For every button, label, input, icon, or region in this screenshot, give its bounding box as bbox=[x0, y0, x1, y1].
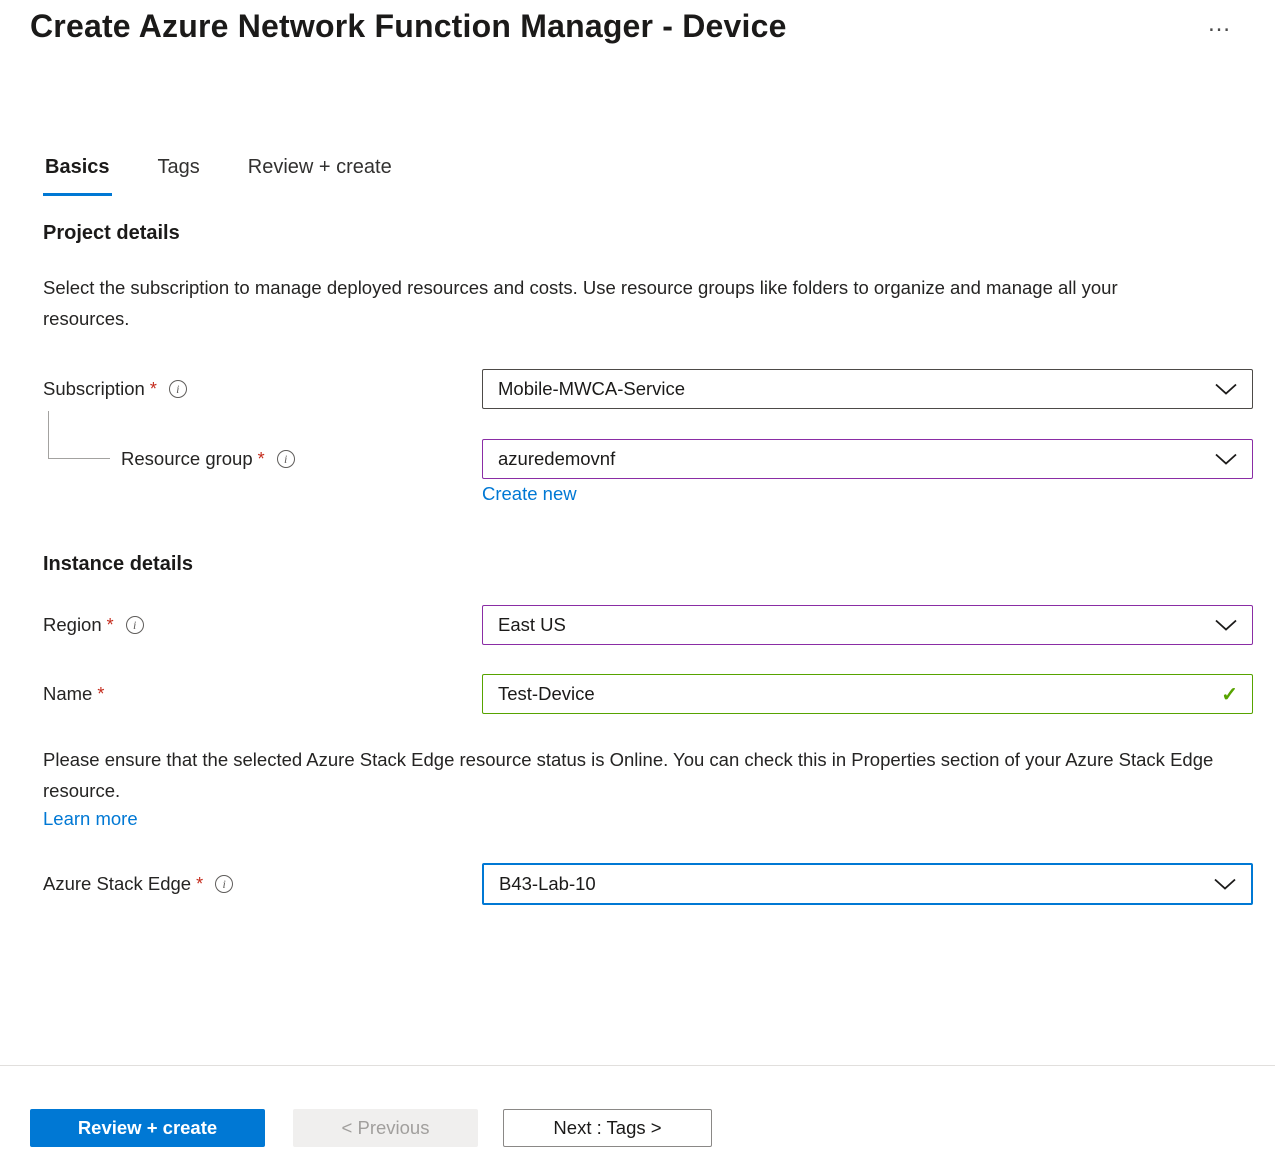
learn-more-link[interactable]: Learn more bbox=[43, 808, 138, 830]
required-marker: * bbox=[150, 379, 157, 400]
name-label: Name* bbox=[43, 683, 482, 705]
next-tags-button[interactable]: Next : Tags > bbox=[503, 1109, 712, 1147]
azure-stack-edge-dropdown[interactable]: B43-Lab-10 bbox=[482, 863, 1253, 905]
chevron-down-icon bbox=[1214, 383, 1238, 395]
tab-tags[interactable]: Tags bbox=[156, 150, 202, 196]
project-details-description: Select the subscription to manage deploy… bbox=[43, 272, 1198, 334]
azure-stack-edge-value: B43-Lab-10 bbox=[499, 873, 596, 895]
subscription-dropdown[interactable]: Mobile-MWCA-Service bbox=[482, 369, 1253, 409]
subscription-value: Mobile-MWCA-Service bbox=[498, 378, 685, 400]
page-title: Create Azure Network Function Manager - … bbox=[30, 8, 1130, 45]
resource-group-row: Resource group* i azuredemovnf bbox=[43, 438, 1253, 480]
previous-button[interactable]: < Previous bbox=[293, 1109, 478, 1147]
tab-review-create[interactable]: Review + create bbox=[246, 150, 394, 196]
resource-group-value: azuredemovnf bbox=[498, 448, 615, 470]
valid-check-icon: ✓ bbox=[1221, 682, 1238, 707]
region-label: Region* i bbox=[43, 614, 482, 636]
required-marker: * bbox=[258, 449, 265, 470]
more-options-icon[interactable]: … bbox=[1196, 10, 1244, 44]
project-details-heading: Project details bbox=[43, 222, 180, 245]
review-create-button[interactable]: Review + create bbox=[30, 1109, 265, 1147]
region-value: East US bbox=[498, 614, 566, 636]
name-row: Name* ✓ bbox=[43, 673, 1253, 715]
required-marker: * bbox=[107, 615, 114, 636]
chevron-down-icon bbox=[1214, 453, 1238, 465]
azure-stack-edge-label: Azure Stack Edge* i bbox=[43, 873, 482, 895]
chevron-down-icon bbox=[1214, 619, 1238, 631]
info-icon[interactable]: i bbox=[126, 616, 144, 634]
chevron-down-icon bbox=[1213, 878, 1237, 890]
footer-divider bbox=[0, 1065, 1275, 1066]
create-new-link[interactable]: Create new bbox=[482, 483, 577, 505]
subscription-row: Subscription* i Mobile-MWCA-Service bbox=[43, 368, 1253, 410]
info-icon[interactable]: i bbox=[169, 380, 187, 398]
name-input[interactable] bbox=[498, 676, 1211, 712]
azure-stack-edge-note: Please ensure that the selected Azure St… bbox=[43, 744, 1223, 806]
instance-details-heading: Instance details bbox=[43, 553, 193, 576]
region-dropdown[interactable]: East US bbox=[482, 605, 1253, 645]
resource-group-label: Resource group* i bbox=[43, 448, 482, 470]
azure-stack-edge-row: Azure Stack Edge* i B43-Lab-10 bbox=[43, 862, 1253, 906]
wizard-tabs: Basics Tags Review + create bbox=[43, 150, 394, 196]
subscription-label: Subscription* i bbox=[43, 378, 482, 400]
resource-group-dropdown[interactable]: azuredemovnf bbox=[482, 439, 1253, 479]
name-field-wrapper: ✓ bbox=[482, 674, 1253, 714]
info-icon[interactable]: i bbox=[277, 450, 295, 468]
required-marker: * bbox=[196, 874, 203, 895]
info-icon[interactable]: i bbox=[215, 875, 233, 893]
create-device-page: Create Azure Network Function Manager - … bbox=[0, 0, 1275, 1163]
region-row: Region* i East US bbox=[43, 604, 1253, 646]
required-marker: * bbox=[97, 684, 104, 705]
tab-basics[interactable]: Basics bbox=[43, 150, 112, 196]
